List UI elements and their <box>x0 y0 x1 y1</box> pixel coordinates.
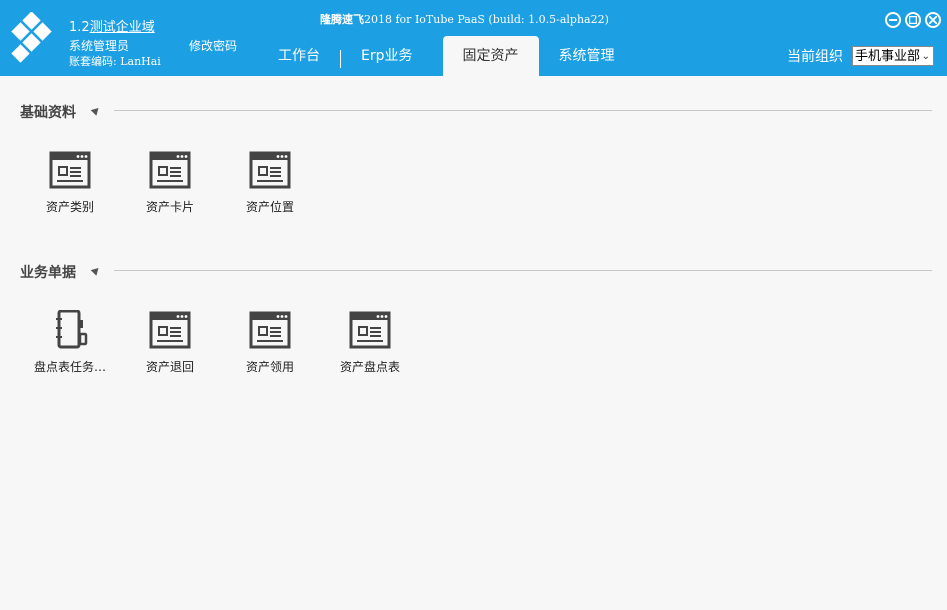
window-controls <box>885 12 941 28</box>
tile-label: 资产位置 <box>245 200 294 214</box>
tile-inventory-task[interactable]: 盘点表任务… <box>20 310 120 390</box>
section-divider <box>114 270 932 271</box>
app-title: 隆腾速飞2018 for IoTube PaaS (build: 1.0.5-a… <box>320 11 609 27</box>
tile-label: 资产退回 <box>145 360 194 374</box>
main-tabs: 工作台 Erp业务 固定资产 系统管理 <box>258 36 635 76</box>
tab-workbench[interactable]: 工作台 <box>258 36 340 76</box>
section-divider <box>114 110 932 111</box>
tile-asset-category[interactable]: 资产类别 <box>20 150 120 230</box>
current-org-label: 当前组织 <box>787 49 843 65</box>
tile-asset-location[interactable]: 资产位置 <box>220 150 320 230</box>
tab-system-management[interactable]: 系统管理 <box>539 36 635 76</box>
change-password-link[interactable]: 修改密码 <box>189 37 237 54</box>
section-title: 业务单据 <box>20 265 76 281</box>
tile-asset-inventory-sheet[interactable]: 资产盘点表 <box>320 310 420 390</box>
tile-label: 盘点表任务… <box>33 360 106 374</box>
section-basic-data: 基础资料 <box>20 102 932 122</box>
window-form-icon <box>249 311 291 349</box>
collapse-toggle-icon[interactable] <box>90 105 102 116</box>
app-title-brand: 隆腾速飞 <box>320 13 364 26</box>
tile-label: 资产卡片 <box>145 200 194 214</box>
domain-name-link[interactable]: 测试企业域 <box>90 20 155 35</box>
minimize-icon <box>889 19 897 21</box>
basic-data-tiles: 资产类别 资产卡片 资产位置 <box>20 150 320 230</box>
window-form-icon <box>249 151 291 189</box>
user-role: 系统管理员 <box>69 39 130 53</box>
domain-name: 1.2测试企业域 <box>69 16 155 35</box>
app-logo-icon <box>11 12 52 63</box>
app-window: 1.2测试企业域 系统管理员 修改密码 账套编码: LanHai 隆腾速飞201… <box>0 0 947 610</box>
domain-prefix: 1.2 <box>69 20 90 35</box>
window-form-icon <box>149 311 191 349</box>
header-bar: 1.2测试企业域 系统管理员 修改密码 账套编码: LanHai 隆腾速飞201… <box>0 0 947 76</box>
tile-asset-requisition[interactable]: 资产领用 <box>220 310 320 390</box>
account-code: 账套编码: LanHai <box>69 55 161 68</box>
tile-asset-return[interactable]: 资产退回 <box>120 310 220 390</box>
tab-fixed-assets[interactable]: 固定资产 <box>442 36 539 76</box>
org-select-value: 手机事业部 <box>855 49 921 64</box>
minimize-button[interactable] <box>885 12 901 28</box>
close-button[interactable] <box>925 12 941 28</box>
org-select[interactable]: 手机事业部 ⌄ <box>852 46 934 66</box>
window-form-icon <box>349 311 391 349</box>
tile-label: 资产类别 <box>45 200 94 214</box>
tile-label: 资产领用 <box>245 360 294 374</box>
window-form-icon <box>49 151 91 189</box>
section-title: 基础资料 <box>20 105 76 121</box>
business-document-tiles: 盘点表任务… 资产退回 资产领用 资产盘点表 <box>20 310 420 390</box>
maximize-icon <box>909 16 917 24</box>
tab-erp-business[interactable]: Erp业务 <box>341 36 433 76</box>
app-title-version: 2018 for IoTube PaaS (build: 1.0.5-alpha… <box>364 13 609 26</box>
chevron-down-icon: ⌄ <box>921 51 930 62</box>
window-form-icon <box>149 151 191 189</box>
collapse-toggle-icon[interactable] <box>90 265 102 276</box>
notebook-icon <box>56 310 88 349</box>
maximize-button[interactable] <box>905 12 921 28</box>
section-business-documents: 业务单据 <box>20 262 932 282</box>
tile-asset-card[interactable]: 资产卡片 <box>120 150 220 230</box>
close-icon <box>929 16 937 24</box>
tile-label: 资产盘点表 <box>339 360 400 374</box>
